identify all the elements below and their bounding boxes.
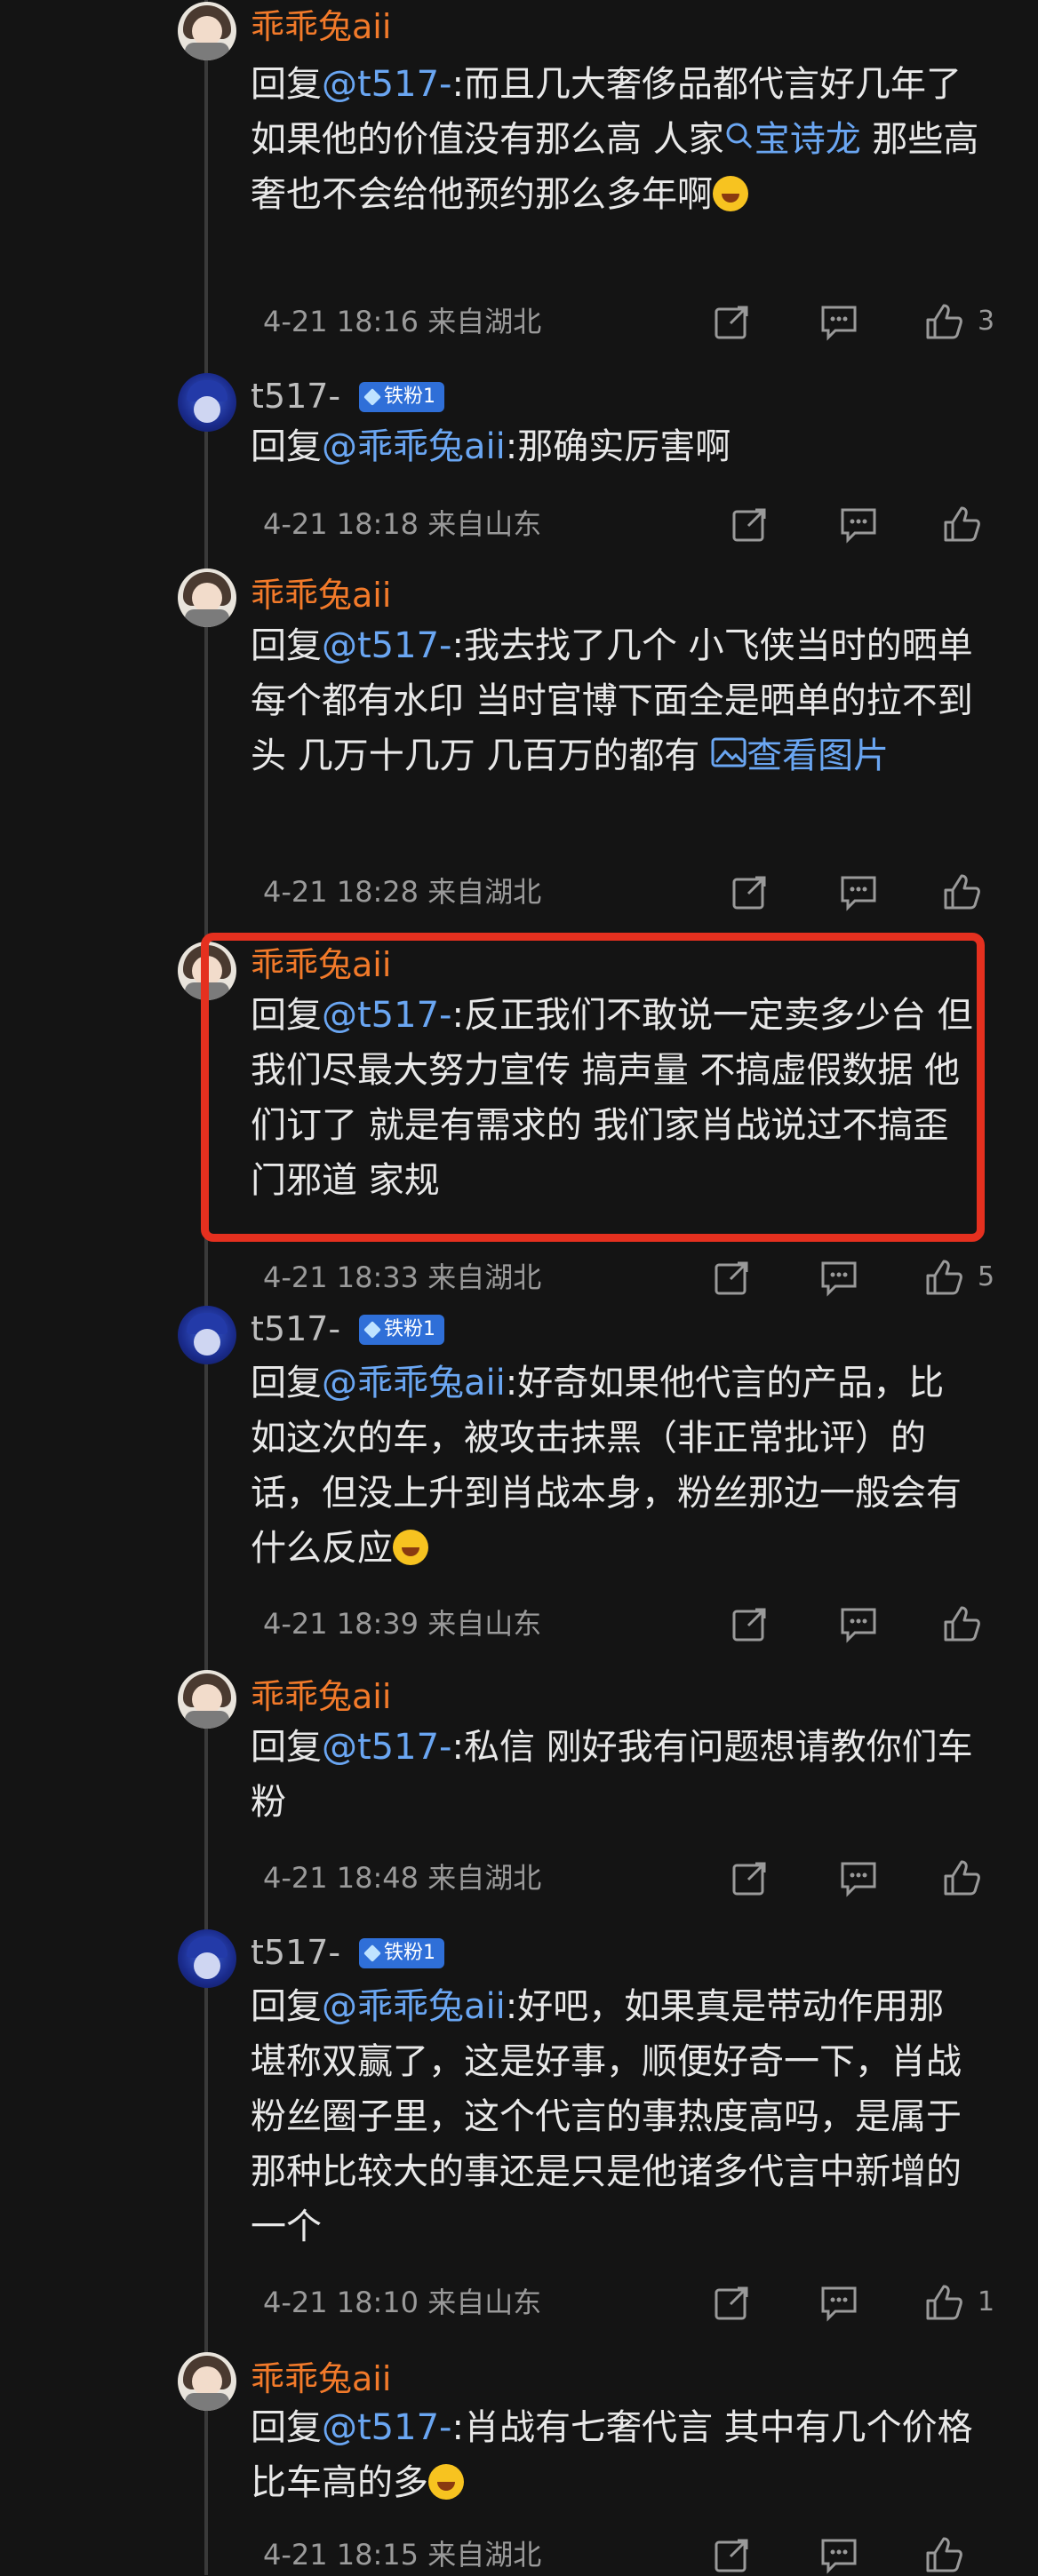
comment-meta: 4-21 18:28 来自湖北 bbox=[263, 875, 542, 909]
highlight-box bbox=[201, 933, 985, 1242]
share-icon[interactable] bbox=[711, 1256, 754, 1299]
avatar[interactable] bbox=[178, 1670, 236, 1729]
like-icon[interactable] bbox=[940, 503, 983, 545]
username[interactable]: 乖乖兔aii bbox=[251, 2357, 391, 2400]
view-image-link[interactable]: 查看图片 bbox=[747, 735, 889, 776]
surprised-emoji-icon bbox=[393, 1530, 428, 1565]
avatar[interactable] bbox=[178, 568, 236, 627]
comment-text: 回复@乖乖兔aii:好吧，如果真是带动作用那堪称双赢了，这是好事，顺便好奇一下，… bbox=[251, 1986, 962, 2247]
comment-icon[interactable] bbox=[818, 2281, 860, 2324]
comment-text: 回复@乖乖兔aii:好奇如果他代言的产品，比如这次的车，被攻击抹黑（非正常批评）… bbox=[251, 1363, 962, 1569]
share-icon[interactable] bbox=[729, 1856, 771, 1899]
comment-meta: 4-21 18:10 来自山东 bbox=[263, 2286, 542, 2319]
like-count: 3 bbox=[978, 306, 995, 337]
username[interactable]: 乖乖兔aii bbox=[251, 574, 391, 616]
image-icon bbox=[711, 735, 747, 776]
comment-text: 回复@t517-:而且几大奢侈品都代言好几年了 如果他的价值没有那么高 人家 宝诗… bbox=[251, 64, 979, 215]
username[interactable]: t517- bbox=[251, 1308, 340, 1350]
laugh-emoji-icon bbox=[713, 176, 748, 211]
comment-meta: 4-21 18:16 来自湖北 bbox=[263, 305, 542, 338]
comment-text: 回复@t517-:私信 刚好我有问题想请教你们车粉 bbox=[251, 1727, 973, 1823]
comment-icon[interactable] bbox=[837, 871, 880, 913]
laugh-emoji-icon bbox=[428, 2464, 464, 2500]
share-icon[interactable] bbox=[711, 2281, 754, 2324]
mention-link[interactable]: @t517- bbox=[322, 64, 451, 105]
diamond-icon bbox=[363, 388, 381, 406]
avatar[interactable] bbox=[178, 1306, 236, 1364]
comment-meta: 4-21 18:39 来自山东 bbox=[263, 1607, 542, 1641]
comment-meta: 4-21 18:15 来自湖北 bbox=[263, 2538, 542, 2572]
comment-text: 回复@t517-:肖战有七奢代言 其中有几个价格比车高的多 bbox=[251, 2407, 973, 2503]
share-icon[interactable] bbox=[711, 300, 754, 343]
like-icon[interactable] bbox=[922, 300, 965, 343]
username[interactable]: t517- bbox=[251, 1931, 340, 1974]
comment-meta: 4-21 18:48 来自湖北 bbox=[263, 1861, 542, 1895]
avatar[interactable] bbox=[178, 2352, 236, 2411]
search-link[interactable]: 宝诗龙 bbox=[755, 119, 861, 160]
like-icon[interactable] bbox=[922, 2281, 965, 2324]
mention-link[interactable]: @t517- bbox=[322, 625, 451, 666]
comment-text: 回复@乖乖兔aii:那确实厉害啊 bbox=[251, 426, 731, 467]
comment-icon[interactable] bbox=[837, 503, 880, 545]
diamond-icon bbox=[363, 1321, 381, 1339]
avatar[interactable] bbox=[178, 2, 236, 60]
comment-icon[interactable] bbox=[818, 2533, 860, 2576]
mention-link[interactable]: @乖乖兔aii bbox=[322, 1986, 506, 2027]
username[interactable]: 乖乖兔aii bbox=[251, 5, 391, 48]
comment-meta: 4-21 18:33 来自湖北 bbox=[263, 1260, 542, 1294]
like-icon[interactable] bbox=[940, 1856, 983, 1899]
like-icon[interactable] bbox=[940, 871, 983, 913]
like-icon[interactable] bbox=[922, 1256, 965, 1299]
mention-link[interactable]: @t517- bbox=[322, 2407, 451, 2448]
fan-badge: 铁粉1 bbox=[359, 1938, 444, 1968]
fan-badge: 铁粉1 bbox=[359, 382, 444, 412]
share-icon[interactable] bbox=[729, 1602, 771, 1645]
like-count: 5 bbox=[978, 1261, 995, 1292]
share-icon[interactable] bbox=[729, 503, 771, 545]
like-icon[interactable] bbox=[940, 1602, 983, 1645]
comment-icon[interactable] bbox=[818, 1256, 860, 1299]
share-icon[interactable] bbox=[729, 871, 771, 913]
username[interactable]: 乖乖兔aii bbox=[251, 1675, 391, 1718]
like-count: 1 bbox=[978, 2286, 995, 2318]
mention-link[interactable]: @乖乖兔aii bbox=[322, 1363, 506, 1403]
avatar[interactable] bbox=[178, 1929, 236, 1988]
search-icon bbox=[724, 112, 755, 167]
comment-icon[interactable] bbox=[837, 1602, 880, 1645]
username[interactable]: t517- bbox=[251, 375, 340, 417]
diamond-icon bbox=[363, 1944, 381, 1962]
mention-link[interactable]: @t517- bbox=[322, 1727, 451, 1768]
avatar[interactable] bbox=[178, 373, 236, 432]
comment-icon[interactable] bbox=[837, 1856, 880, 1899]
mention-link[interactable]: @乖乖兔aii bbox=[322, 426, 506, 467]
fan-badge: 铁粉1 bbox=[359, 1315, 444, 1345]
comment-text: 回复@t517-:我去找了几个 小飞侠当时的晒单 每个都有水印 当时官博下面全是… bbox=[251, 625, 973, 776]
like-icon[interactable] bbox=[922, 2533, 965, 2576]
comment-icon[interactable] bbox=[818, 300, 860, 343]
comment-meta: 4-21 18:18 来自山东 bbox=[263, 507, 542, 541]
share-icon[interactable] bbox=[711, 2533, 754, 2576]
